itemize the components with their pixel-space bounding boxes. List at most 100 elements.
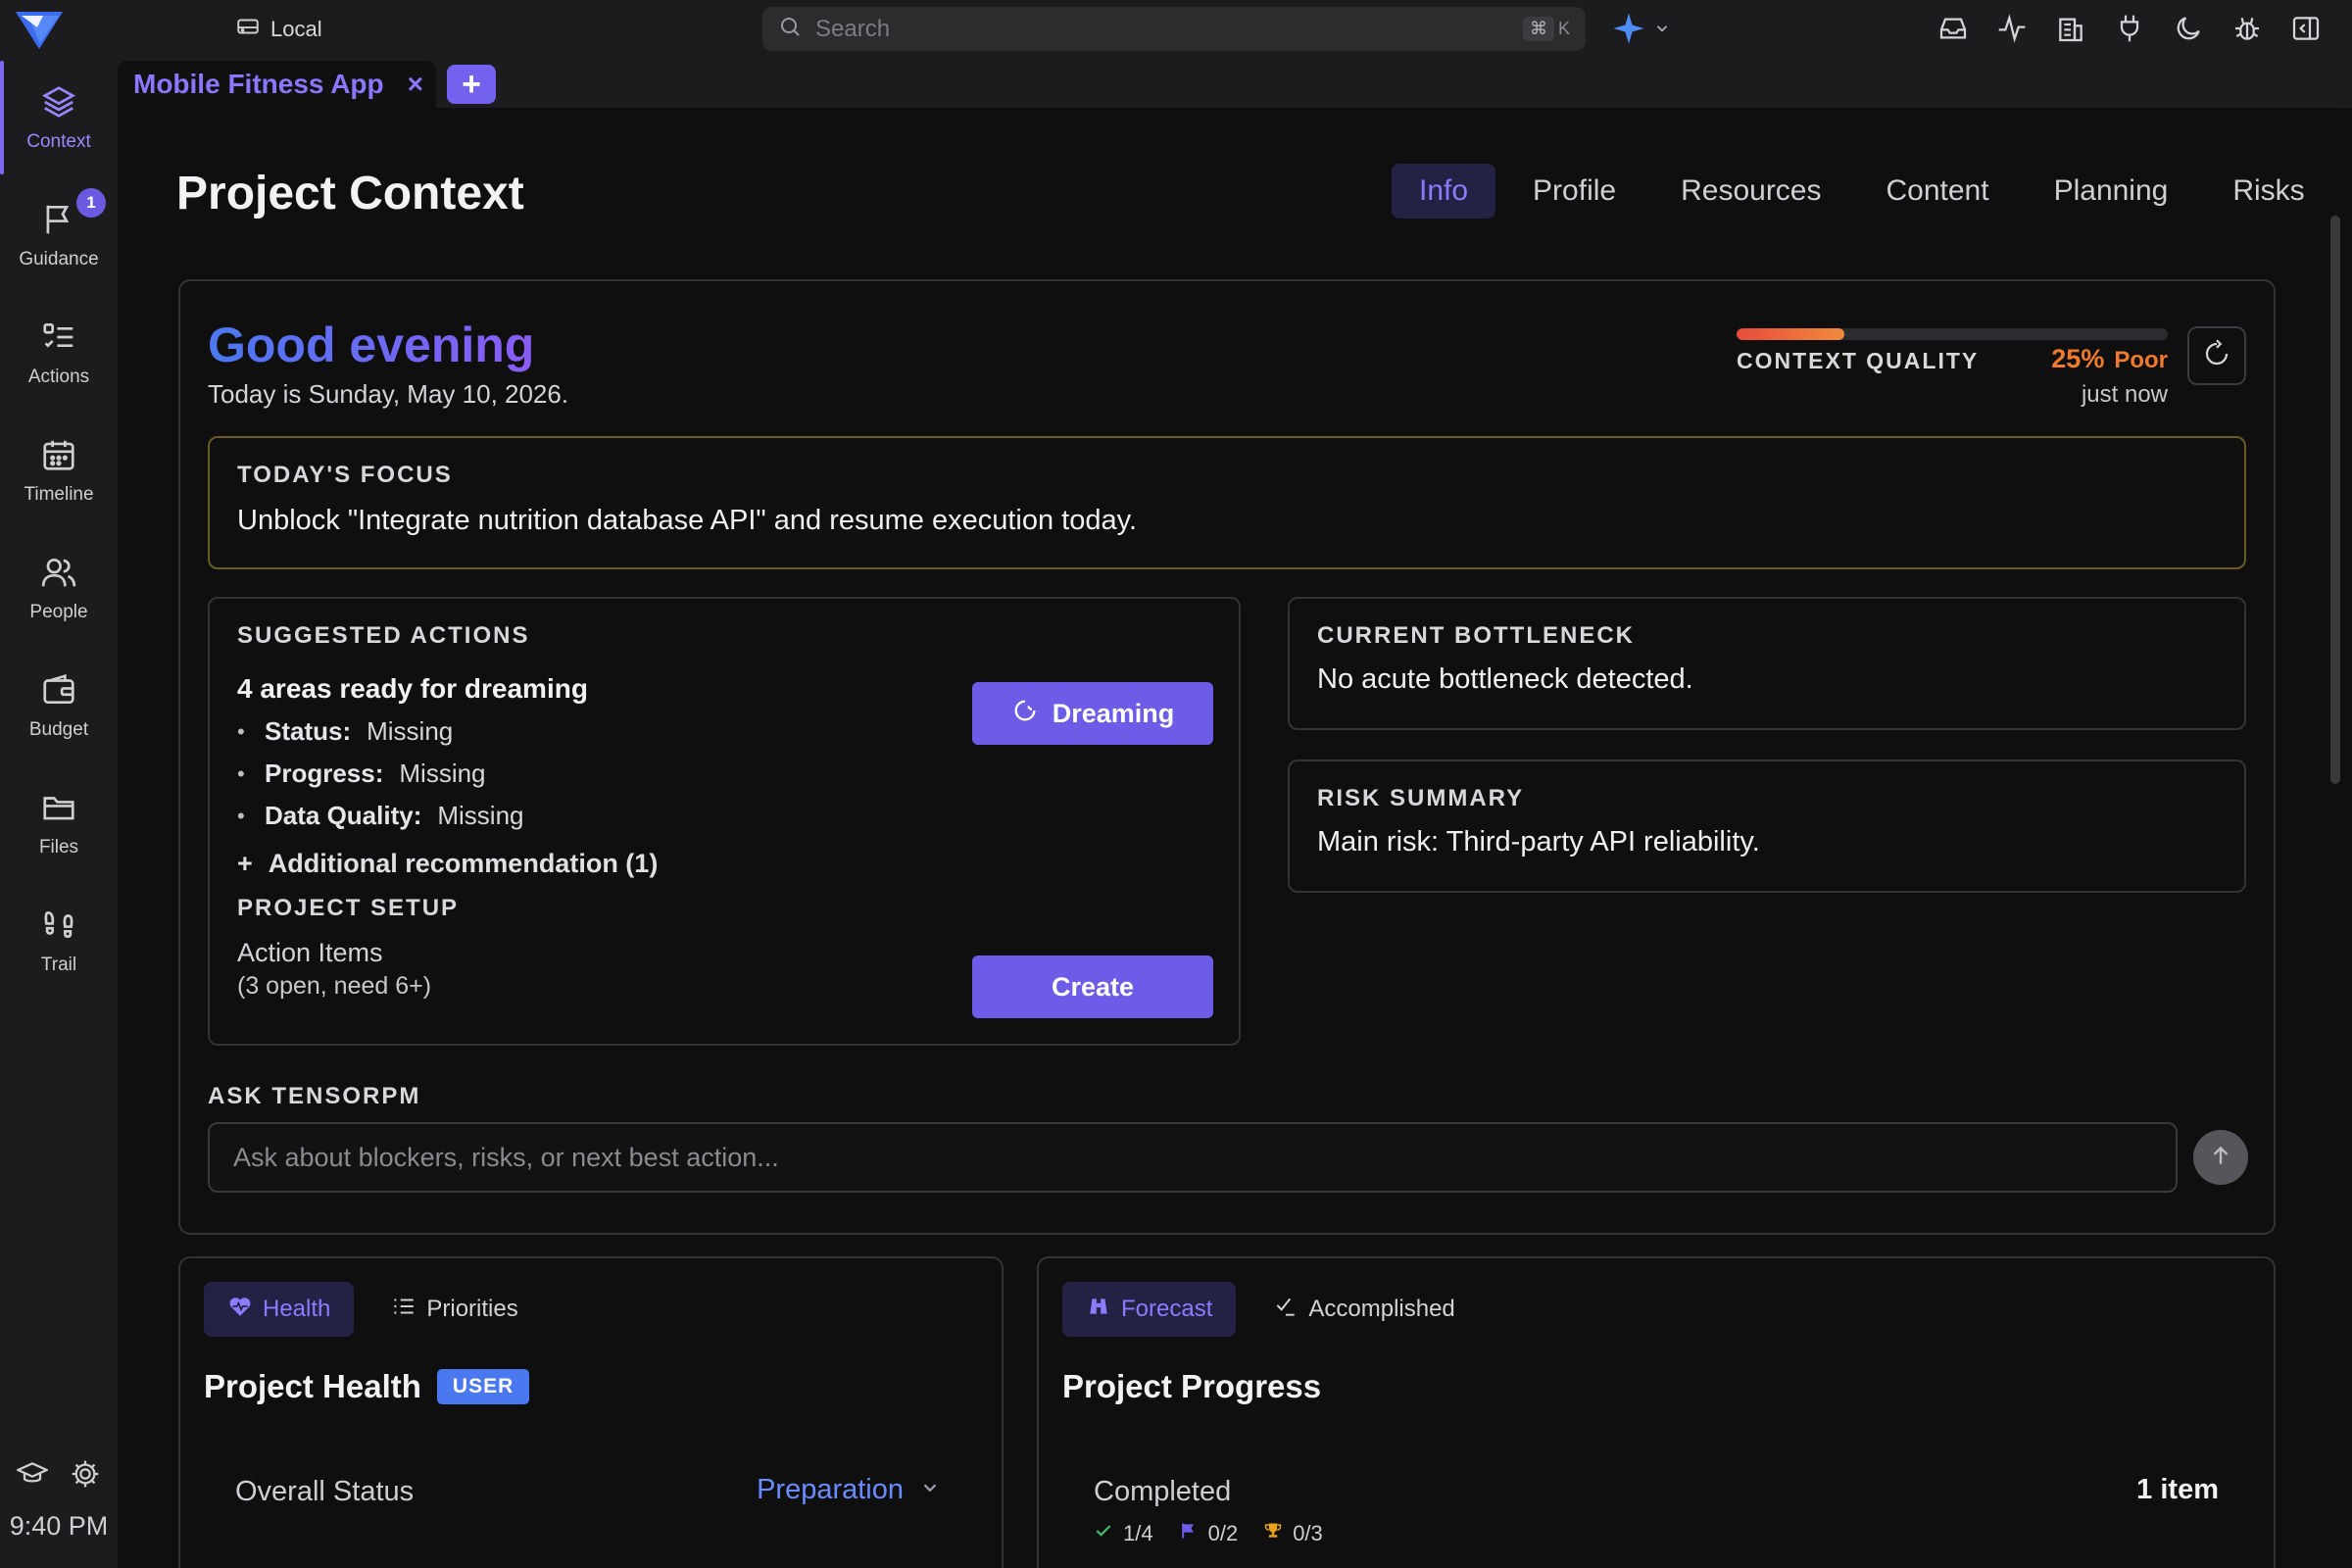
stat-tasks: 1/4 [1094, 1521, 1153, 1546]
context-quality-rating: Poor [2114, 347, 2168, 373]
checklist-icon [40, 318, 77, 361]
layers-icon [40, 83, 77, 125]
search-icon [778, 15, 802, 43]
moon-icon[interactable] [2172, 12, 2205, 45]
sidebar-item-budget[interactable]: Budget [0, 647, 118, 764]
tab-health[interactable]: Health [204, 1282, 355, 1337]
refresh-icon [2202, 338, 2231, 373]
dreaming-button[interactable]: Dreaming [972, 682, 1213, 745]
flag-icon [40, 201, 77, 243]
graduation-cap-icon[interactable] [15, 1458, 50, 1494]
workspace-label: Local [270, 17, 322, 41]
sidebar-item-label: Context [26, 130, 91, 152]
sidebar-item-label: Trail [40, 954, 77, 975]
gear-icon[interactable] [70, 1458, 101, 1494]
sidebar-item-people[interactable]: People [0, 529, 118, 647]
sidebar-item-label: Guidance [19, 248, 99, 270]
search-placeholder: Search [815, 15, 891, 42]
plug-icon[interactable] [2113, 12, 2146, 45]
sidebar-item-label: Actions [27, 366, 90, 387]
bottleneck-label: CURRENT BOTTLENECK [1317, 622, 1635, 649]
sidebar-item-context[interactable]: Context [0, 59, 118, 176]
app-logo-icon[interactable] [14, 8, 65, 53]
sidebar-item-timeline[interactable]: Timeline [0, 412, 118, 529]
health-tabs: Health Priorities [204, 1282, 542, 1337]
project-health-card: Health Priorities Project Health USER Ov… [178, 1256, 1004, 1568]
bottleneck-card: CURRENT BOTTLENECK No acute bottleneck d… [1288, 597, 2246, 730]
shortcut-cmd: ⌘ [1522, 17, 1554, 41]
refresh-button[interactable] [2187, 326, 2246, 385]
sidebar: Context Guidance 1 Actions Timeline Peop… [0, 57, 118, 1568]
sidebar-item-label: Budget [28, 718, 89, 740]
send-button[interactable] [2193, 1130, 2248, 1185]
moon-refresh-icon [1011, 697, 1039, 731]
chevron-down-icon [1653, 20, 1671, 42]
todays-focus-text: Unblock "Integrate nutrition database AP… [237, 505, 1138, 536]
workspace-selector[interactable]: Local [235, 14, 322, 45]
activity-icon[interactable] [1995, 12, 2029, 45]
tab-label: Mobile Fitness App [133, 69, 384, 99]
trophy-icon [1263, 1521, 1283, 1546]
calendar-icon [40, 436, 77, 478]
plus-icon: + [237, 849, 253, 878]
bug-icon[interactable] [2230, 12, 2264, 45]
project-progress-title: Project Progress [1062, 1368, 1321, 1405]
dreaming-button-label: Dreaming [1052, 698, 1175, 728]
scrollbar[interactable] [2330, 216, 2342, 784]
tab-priorities[interactable]: Priorities [368, 1282, 541, 1337]
tab-mobile-fitness-app[interactable]: Mobile Fitness App × [118, 61, 436, 108]
sidebar-item-files[interactable]: Files [0, 764, 118, 882]
create-button[interactable]: Create [972, 956, 1213, 1018]
tab-forecast[interactable]: Forecast [1062, 1282, 1237, 1337]
sidebar-item-guidance[interactable]: Guidance 1 [0, 176, 118, 294]
sidebar-footer [0, 1458, 118, 1494]
tab-resources[interactable]: Resources [1653, 164, 1848, 219]
tab-label: Priorities [426, 1296, 518, 1322]
tab-content[interactable]: Content [1859, 164, 2017, 219]
project-progress-card: Forecast Accomplished Project Progress C… [1037, 1256, 2276, 1568]
sparkle-icon [1612, 12, 1645, 50]
project-setup-label: PROJECT SETUP [237, 895, 460, 921]
tab-planning[interactable]: Planning [2027, 164, 2196, 219]
users-icon [40, 554, 77, 596]
context-quality-bar [1737, 328, 2168, 340]
completed-value: 1 item [2136, 1474, 2219, 1505]
additional-recommendation-toggle[interactable]: + Additional recommendation (1) [237, 849, 1211, 879]
sidebar-item-actions[interactable]: Actions [0, 294, 118, 412]
additional-recommendation-label: Additional recommendation (1) [268, 849, 659, 878]
overall-status-select[interactable]: Preparation [757, 1474, 941, 1506]
todays-focus-label: TODAY'S FOCUS [237, 462, 453, 488]
sidebar-item-trail[interactable]: Trail [0, 882, 118, 1000]
ask-input[interactable] [208, 1122, 2178, 1193]
add-tab-button[interactable]: + [447, 65, 496, 104]
page-title: Project Context [176, 168, 524, 220]
tab-profile[interactable]: Profile [1505, 164, 1643, 219]
ask-label: ASK TENSORPM [208, 1083, 421, 1109]
tab-risks[interactable]: Risks [2205, 164, 2331, 219]
context-quality-fill [1737, 328, 1844, 340]
tab-info[interactable]: Info [1392, 164, 1496, 219]
close-icon[interactable]: × [408, 69, 423, 100]
today-date: Today is Sunday, May 10, 2026. [208, 379, 569, 409]
inbox-icon[interactable] [1936, 12, 1970, 45]
list-ordered-icon [391, 1294, 416, 1326]
create-button-label: Create [1051, 971, 1135, 1002]
context-quality-label: CONTEXT QUALITY [1737, 348, 1980, 373]
clock: 9:40 PM [9, 1511, 109, 1541]
wallet-icon [40, 671, 77, 713]
context-quality-value: 25% Poor [2042, 344, 2168, 374]
overview-card: Good evening Today is Sunday, May 10, 20… [178, 279, 2276, 1235]
risk-summary-card: RISK SUMMARY Main risk: Third-party API … [1288, 760, 2246, 893]
sidebar-toggle-icon[interactable] [2289, 12, 2323, 45]
completed-label: Completed [1094, 1476, 1232, 1507]
search-bar[interactable]: Search ⌘ K [762, 7, 1586, 51]
todays-focus-card: TODAY'S FOCUS Unblock "Integrate nutriti… [208, 436, 2246, 569]
completion-stats: 1/4 0/2 0/3 [1094, 1521, 1323, 1546]
risk-summary-label: RISK SUMMARY [1317, 785, 1525, 811]
bottleneck-text: No acute bottleneck detected. [1317, 663, 1693, 695]
ai-model-selector[interactable] [1612, 12, 1671, 50]
risk-summary-text: Main risk: Third-party API reliability. [1317, 826, 1760, 858]
tab-accomplished[interactable]: Accomplished [1250, 1282, 1478, 1337]
context-quality-percent: 25% [2051, 344, 2105, 373]
building-icon[interactable] [2054, 12, 2087, 45]
